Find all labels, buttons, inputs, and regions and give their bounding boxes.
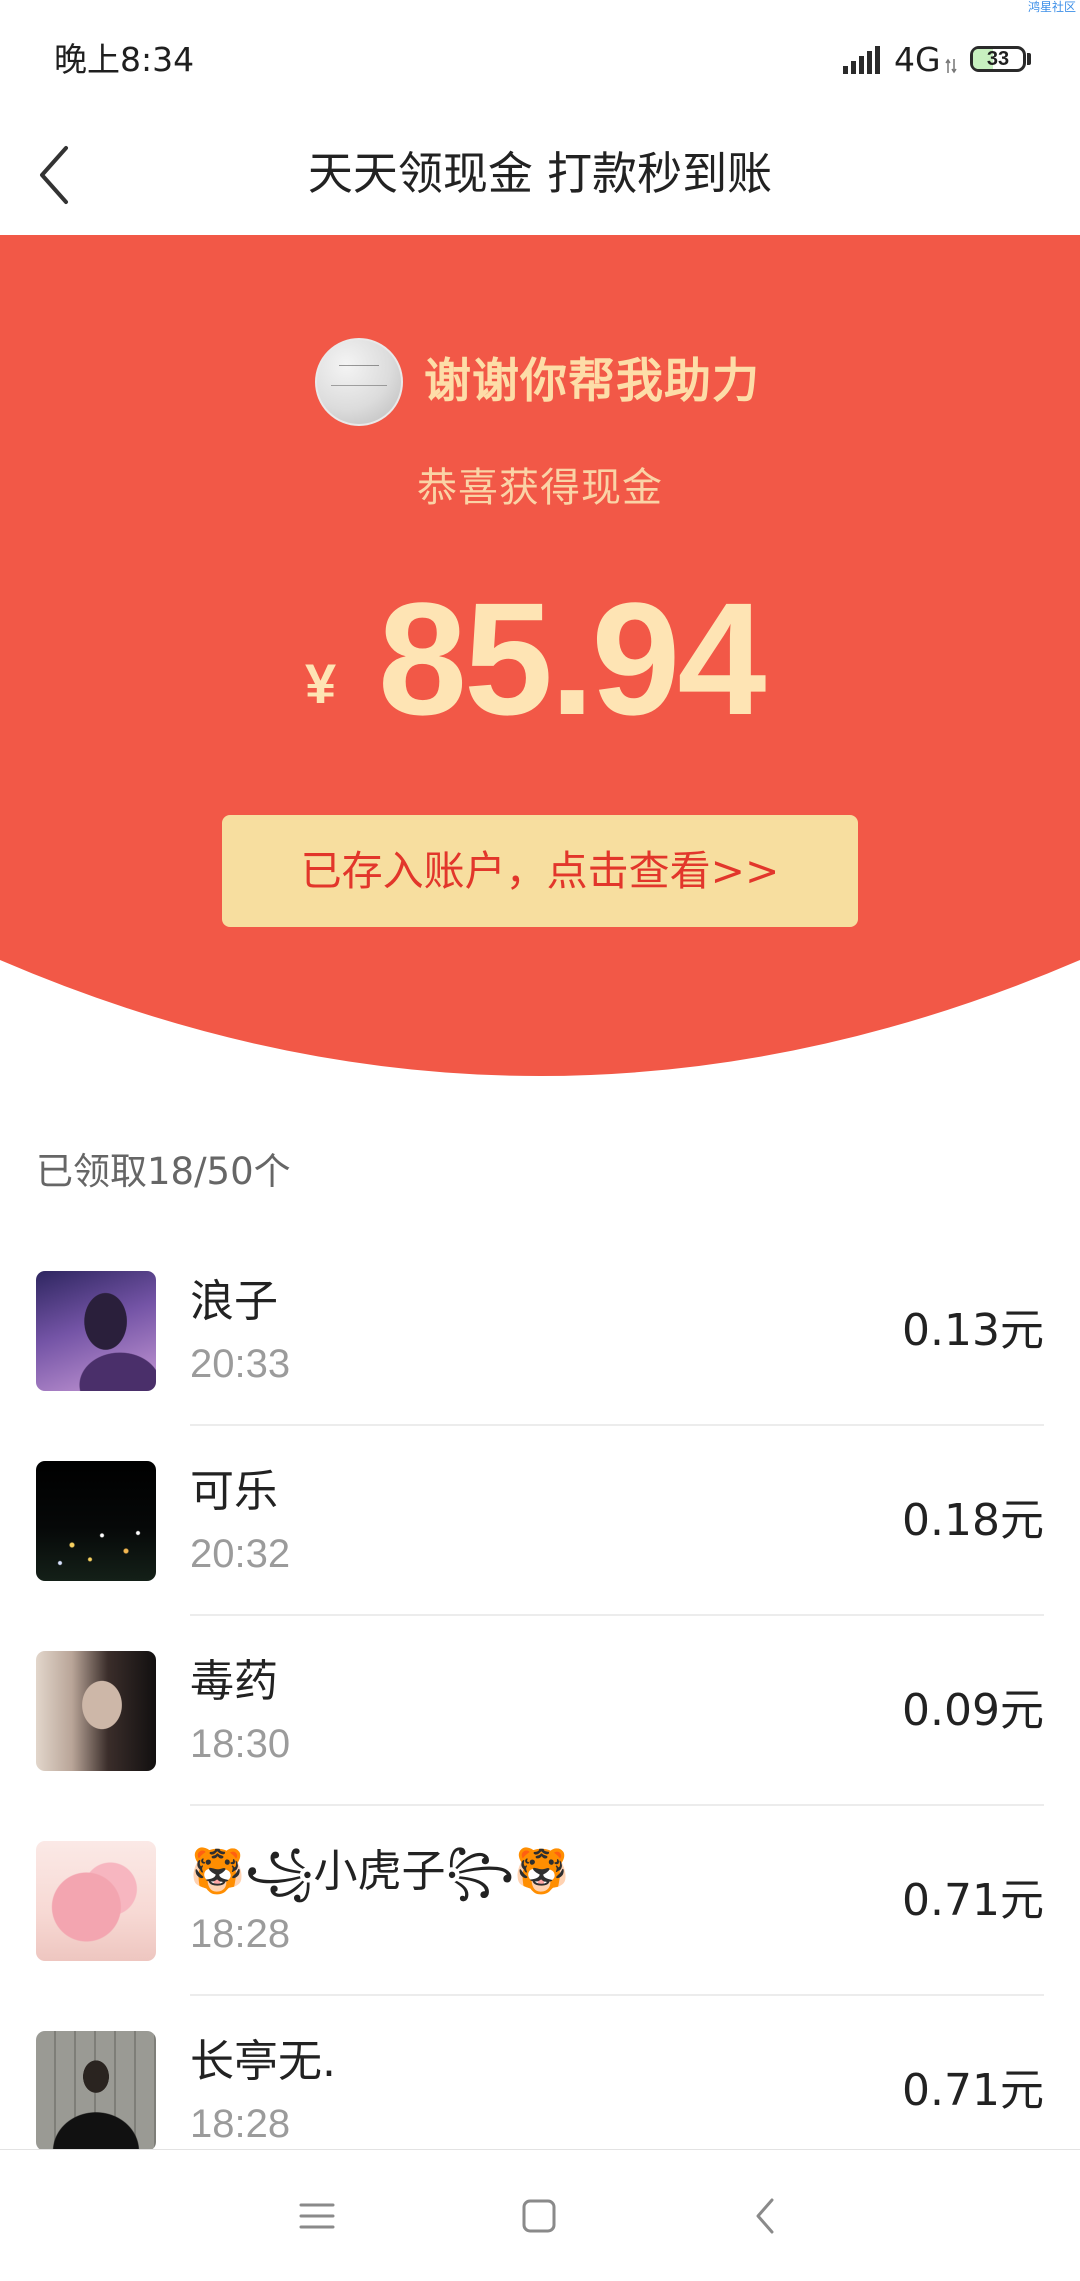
status-time: 晚上8:34: [54, 40, 195, 79]
view-account-button[interactable]: 已存入账户，点击查看>>: [222, 815, 858, 927]
claim-amount: 0.71元: [902, 1875, 1044, 1926]
claimed-summary: 已领取18/50个: [36, 1150, 291, 1193]
list-item: 浪子 20:33 0.13元: [0, 1236, 1080, 1426]
claim-time: 20:32: [190, 1532, 291, 1576]
back-icon[interactable]: [746, 2196, 786, 2236]
user-name: 可乐: [190, 1466, 278, 1517]
claim-amount: 0.09元: [902, 1685, 1044, 1736]
claim-time: 18:28: [190, 2102, 291, 2146]
avatar: [36, 1841, 156, 1961]
avatar: [36, 1461, 156, 1581]
claim-amount: 0.18元: [902, 1495, 1044, 1546]
avatar: [36, 1271, 156, 1391]
battery-icon: 33: [970, 46, 1026, 72]
page-title: 天天领现金 打款秒到账: [307, 147, 773, 200]
list-item: 🐯꧁小虎子꧂🐯 18:28 0.71元: [0, 1806, 1080, 1996]
thanks-text: 谢谢你帮我助力: [424, 354, 760, 409]
claim-time: 18:28: [190, 1912, 291, 1956]
hero-subtitle: 恭喜获得现金: [417, 465, 663, 511]
network-type: 4G: [894, 40, 941, 79]
avatar: [315, 338, 403, 426]
claim-amount: 0.13元: [902, 1305, 1044, 1356]
user-name: 🐯꧁小虎子꧂🐯: [190, 1846, 570, 1897]
watermark: 鸿星社区: [1027, 0, 1076, 14]
claim-time: 18:30: [190, 1722, 291, 1766]
currency-symbol: ¥: [305, 652, 337, 715]
user-name: 浪子: [190, 1276, 278, 1327]
home-square-icon[interactable]: [519, 2196, 559, 2236]
menu-icon[interactable]: [297, 2196, 337, 2236]
battery-percentage: 33: [986, 48, 1010, 70]
user-name: 长亭无.: [190, 2036, 336, 2087]
cash-amount: 85.94: [378, 569, 766, 748]
claim-time: 20:33: [190, 1342, 291, 1386]
battery-nub: [1027, 53, 1031, 65]
system-nav-bar: [0, 2149, 1080, 2281]
avatar: [36, 2031, 156, 2151]
list-item: 可乐 20:32 0.18元: [0, 1426, 1080, 1616]
signal-icon: [843, 46, 880, 74]
claim-amount: 0.71元: [902, 2065, 1044, 2116]
data-activity-icon: [945, 58, 957, 74]
avatar: [36, 1651, 156, 1771]
list-item: 毒药 18:30 0.09元: [0, 1616, 1080, 1806]
user-name: 毒药: [190, 1656, 278, 1707]
